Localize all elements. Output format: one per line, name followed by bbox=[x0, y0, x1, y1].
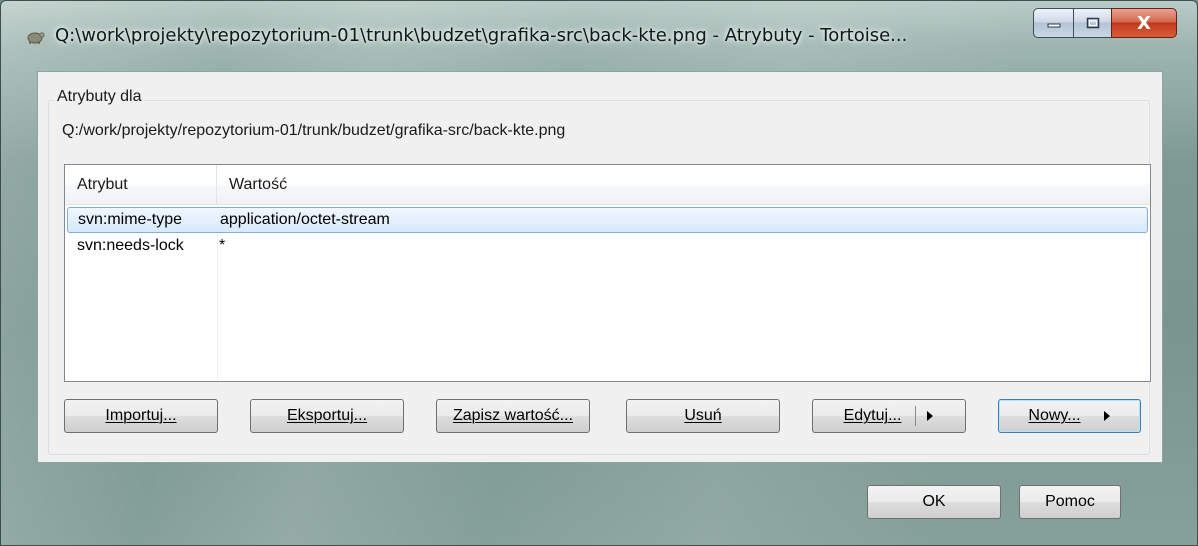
split-separator bbox=[915, 406, 917, 426]
row-attribute: svn:mime-type bbox=[78, 211, 183, 228]
export-button-label: Eksportuj... bbox=[286, 407, 368, 424]
maximize-button[interactable] bbox=[1073, 8, 1111, 38]
save-value-button-label: Zapisz wartość... bbox=[452, 407, 574, 424]
new-split-button[interactable]: Nowy... bbox=[998, 399, 1141, 433]
dropdown-arrow-icon[interactable] bbox=[1103, 411, 1111, 421]
remove-button[interactable]: Usuń bbox=[626, 399, 780, 433]
properties-window: Q:\work\projekty\repozytorium-01\trunk\b… bbox=[0, 0, 1198, 546]
edit-split-button[interactable]: Edytuj... bbox=[812, 399, 966, 433]
list-row-mime-type[interactable]: svn:mime-type application/octet-stream bbox=[67, 207, 1148, 233]
import-button-label: Importuj... bbox=[105, 407, 177, 424]
close-button[interactable]: X bbox=[1111, 8, 1177, 38]
maximize-icon bbox=[1086, 17, 1099, 29]
save-value-button[interactable]: Zapisz wartość... bbox=[436, 399, 590, 433]
file-path-label: Q:/work/projekty/repozytorium-01/trunk/b… bbox=[62, 122, 566, 139]
export-button[interactable]: Eksportuj... bbox=[250, 399, 404, 433]
column-header-value[interactable]: Wartość bbox=[217, 165, 1150, 205]
remove-button-label: Usuń bbox=[684, 407, 722, 424]
row-value: * bbox=[219, 237, 226, 254]
help-button-label: Pomoc bbox=[1045, 493, 1095, 510]
ok-button-label: OK bbox=[922, 493, 946, 510]
groupbox-label: Atrybuty dla bbox=[54, 88, 145, 106]
column-header-attribute[interactable]: Atrybut bbox=[65, 165, 217, 205]
tortoise-app-icon bbox=[27, 32, 45, 44]
new-button-label: Nowy... bbox=[1028, 407, 1081, 424]
row-value: application/octet-stream bbox=[220, 211, 390, 228]
close-icon: X bbox=[1137, 12, 1151, 34]
list-header: Atrybut Wartość bbox=[65, 165, 1150, 205]
caption-buttons: X bbox=[1033, 8, 1177, 38]
minimize-button[interactable] bbox=[1033, 8, 1073, 38]
properties-list[interactable]: Atrybut Wartość svn:mime-type applicatio… bbox=[64, 164, 1151, 382]
ok-button[interactable]: OK bbox=[867, 485, 1001, 519]
dialog-client-area: Atrybuty dla Q:/work/projekty/repozytori… bbox=[37, 71, 1163, 463]
dropdown-arrow-icon[interactable] bbox=[926, 411, 934, 421]
edit-button-label: Edytuj... bbox=[843, 407, 902, 424]
title-bar[interactable]: Q:\work\projekty\repozytorium-01\trunk\b… bbox=[1, 1, 1197, 71]
import-button[interactable]: Importuj... bbox=[64, 399, 218, 433]
row-attribute: svn:needs-lock bbox=[77, 237, 184, 254]
help-button[interactable]: Pomoc bbox=[1019, 485, 1121, 519]
list-row-needs-lock[interactable]: svn:needs-lock * bbox=[67, 233, 1148, 259]
minimize-icon bbox=[1047, 23, 1060, 28]
window-title: Q:\work\projekty\repozytorium-01\trunk\b… bbox=[55, 25, 908, 46]
